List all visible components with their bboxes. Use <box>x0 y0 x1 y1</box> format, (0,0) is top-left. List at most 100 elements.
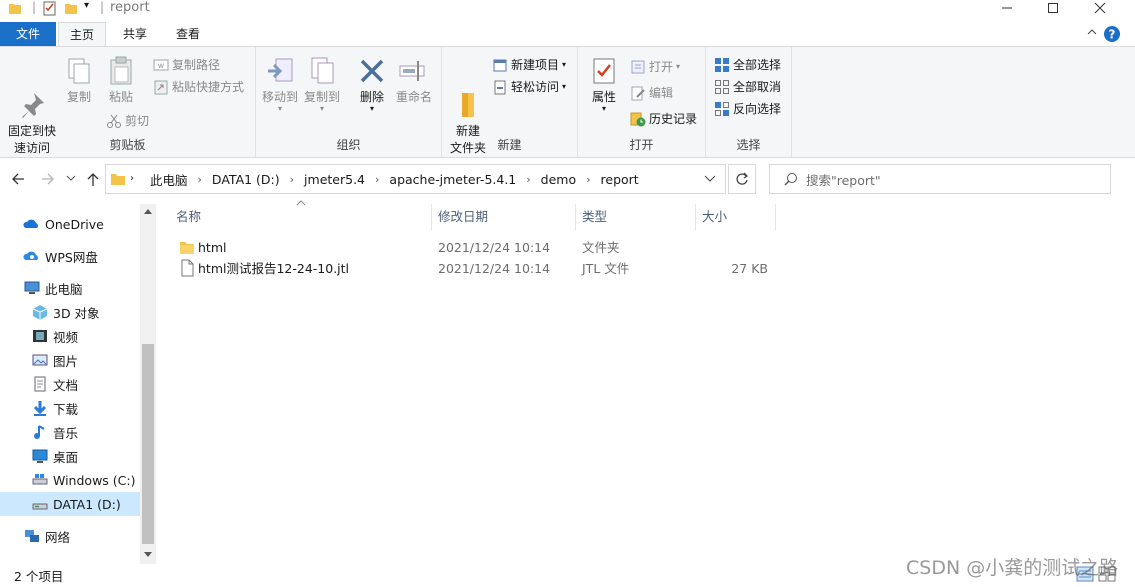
breadcrumb-data1[interactable]: DATA1 (D:) <box>208 172 284 187</box>
tab-file[interactable]: 文件 <box>0 22 56 47</box>
nav-this-pc[interactable]: 此电脑 <box>0 277 140 299</box>
column-type-header[interactable]: 类型 <box>576 204 696 230</box>
recent-locations-button[interactable] <box>66 174 76 182</box>
chevron-right-icon[interactable]: › <box>284 173 300 186</box>
breadcrumb-apache-jmeter[interactable]: apache-jmeter-5.4.1 <box>385 172 520 187</box>
scroll-down-icon[interactable] <box>144 552 152 558</box>
refresh-icon <box>736 172 749 185</box>
select-all-button[interactable]: 全部选择 <box>714 55 781 75</box>
file-type: JTL 文件 <box>582 261 630 276</box>
scroll-up-icon[interactable] <box>144 208 152 214</box>
move-to-button[interactable]: 移动到 ▾ <box>260 55 300 113</box>
chevron-right-icon[interactable]: › <box>192 173 208 186</box>
properties-button[interactable]: 属性 ▾ <box>586 55 622 113</box>
nav-music[interactable]: 音乐 <box>0 421 140 443</box>
file-date: 2021/12/24 10:14 <box>438 240 551 255</box>
file-row[interactable]: html测试报告12-24-10.jtl 2021/12/24 10:14 JT… <box>175 258 775 279</box>
chevron-right-icon[interactable]: › <box>369 173 385 186</box>
address-bar[interactable]: › 此电脑 › DATA1 (D:) › jmeter5.4 › apache-… <box>105 164 726 194</box>
close-button[interactable] <box>1077 0 1123 16</box>
maximize-button[interactable] <box>1030 0 1076 16</box>
pin-icon <box>16 72 48 118</box>
back-button[interactable] <box>10 172 26 186</box>
open-label: 打开 <box>649 60 674 74</box>
copy-to-button[interactable]: 复制到 ▾ <box>302 55 342 113</box>
picture-icon <box>31 351 49 369</box>
breadcrumb-demo[interactable]: demo <box>537 172 580 187</box>
video-icon <box>31 327 49 345</box>
qat-dropdown-icon[interactable]: ▾ <box>84 0 89 11</box>
new-item-label: 新建项目 <box>511 58 560 72</box>
nav-scrollbar[interactable] <box>140 204 156 564</box>
nav-wps-cloud[interactable]: WPS网盘 <box>0 245 140 267</box>
nav-label: WPS网盘 <box>45 249 98 265</box>
help-icon[interactable]: ? <box>1103 25 1121 43</box>
invert-selection-button[interactable]: 反向选择 <box>714 99 781 119</box>
chevron-right-icon[interactable]: › <box>580 173 596 186</box>
tab-view[interactable]: 查看 <box>164 22 212 47</box>
paste-shortcut-button[interactable]: 粘贴快捷方式 <box>153 77 244 97</box>
search-box[interactable]: 搜索"report" <box>769 164 1111 194</box>
chevron-right-icon: › <box>130 173 134 184</box>
edit-button[interactable]: 编辑 <box>630 83 673 103</box>
properties-label: 属性 <box>591 90 616 104</box>
paste-button[interactable]: 粘贴 <box>102 55 140 106</box>
nav-label: 视频 <box>53 329 79 345</box>
cut-button[interactable]: 剪切 <box>106 111 149 131</box>
nav-network[interactable]: 网络 <box>0 525 140 547</box>
collapse-ribbon-icon[interactable] <box>1086 26 1098 38</box>
column-date-header[interactable]: 修改日期 <box>432 204 576 230</box>
history-button[interactable]: 历史记录 <box>630 109 697 129</box>
open-button[interactable]: 打开 ▾ <box>630 57 680 77</box>
new-folder-qat-icon[interactable] <box>64 1 78 15</box>
tab-home[interactable]: 主页 <box>58 22 106 47</box>
forward-button[interactable] <box>40 172 56 186</box>
nav-desktop[interactable]: 桌面 <box>0 445 140 467</box>
file-type: 文件夹 <box>582 240 620 255</box>
scissors-icon <box>106 113 122 129</box>
easy-access-button[interactable]: 轻松访问 ▾ <box>492 77 566 97</box>
new-item-icon <box>492 57 508 73</box>
nav-pictures[interactable]: 图片 <box>0 349 140 371</box>
navigation-bar: › 此电脑 › DATA1 (D:) › jmeter5.4 › apache-… <box>0 160 1135 198</box>
scrollbar-thumb[interactable] <box>142 344 154 544</box>
delete-button[interactable]: 删除 ▾ <box>356 55 388 113</box>
file-row[interactable]: html 2021/12/24 10:14 文件夹 <box>175 237 775 258</box>
open-icon <box>630 59 646 75</box>
copy-path-button[interactable]: W 复制路径 <box>153 55 220 75</box>
tab-share[interactable]: 共享 <box>110 22 160 47</box>
breadcrumb-report[interactable]: report <box>597 172 643 187</box>
nav-drive-c[interactable]: Windows (C:) <box>0 469 140 491</box>
address-dropdown-icon[interactable] <box>704 175 716 183</box>
column-size-header[interactable]: 大小 <box>696 204 776 230</box>
properties-icon <box>588 55 620 87</box>
column-name-header[interactable]: 名称 <box>170 204 432 230</box>
search-icon <box>784 172 798 186</box>
minimize-button[interactable] <box>984 0 1030 16</box>
edit-label: 编辑 <box>649 86 674 100</box>
new-item-button[interactable]: 新建项目 ▾ <box>492 55 566 75</box>
nav-downloads[interactable]: 下载 <box>0 397 140 419</box>
select-all-icon <box>714 57 730 73</box>
nav-drive-d[interactable]: DATA1 (D:) <box>0 492 140 516</box>
select-all-label: 全部选择 <box>733 58 782 72</box>
breadcrumb-jmeter[interactable]: jmeter5.4 <box>300 172 369 187</box>
refresh-button[interactable] <box>728 164 756 194</box>
clipboard-group-label: 剪贴板 <box>109 138 146 152</box>
window-title: report <box>110 0 150 15</box>
desktop-icon <box>31 447 49 465</box>
nav-onedrive[interactable]: OneDrive <box>0 213 140 235</box>
up-button[interactable] <box>86 171 100 187</box>
rename-button[interactable]: 重命名 <box>394 55 434 106</box>
properties-qat-icon[interactable] <box>42 0 58 16</box>
nav-3d-objects[interactable]: 3D 对象 <box>0 301 140 323</box>
chevron-right-icon[interactable]: › <box>520 173 536 186</box>
nav-documents[interactable]: 文档 <box>0 373 140 395</box>
breadcrumb-this-pc[interactable]: 此电脑 <box>146 170 192 189</box>
copy-to-icon <box>306 55 338 87</box>
select-group: 全部选择 全部取消 反向选择 选择 <box>706 47 792 157</box>
nav-videos[interactable]: 视频 <box>0 325 140 347</box>
copy-button[interactable]: 复制 <box>62 55 96 106</box>
delete-x-icon <box>356 55 388 87</box>
select-none-button[interactable]: 全部取消 <box>714 77 781 97</box>
